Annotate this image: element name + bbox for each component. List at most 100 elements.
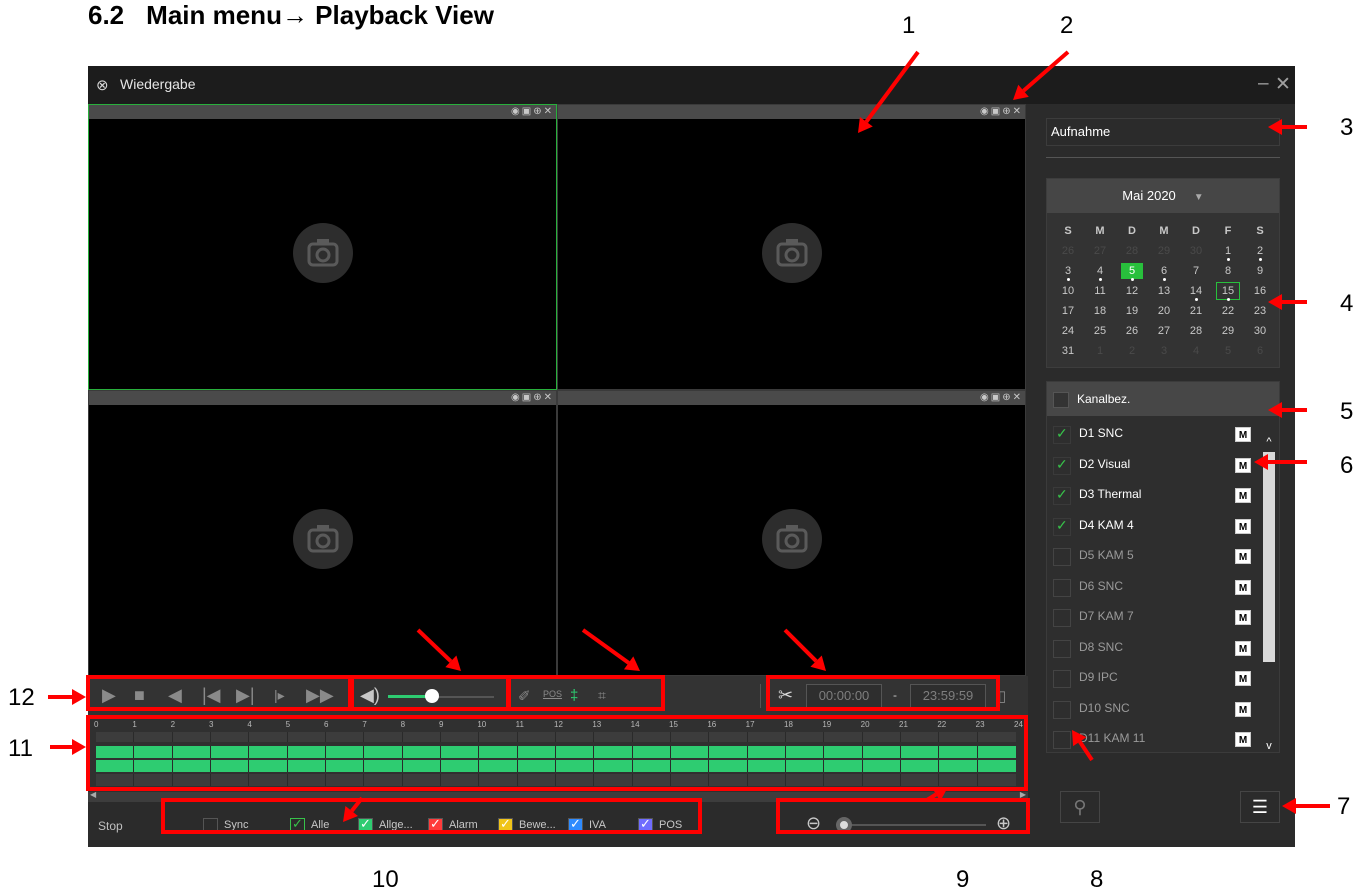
calendar-day[interactable]: 12: [1121, 283, 1143, 299]
zoom-icon[interactable]: ⊕: [1002, 106, 1011, 117]
calendar-day[interactable]: 29: [1217, 323, 1239, 339]
channel-row[interactable]: D6 SNC M: [1047, 572, 1261, 602]
filter-checkbox[interactable]: ✓ Alle: [290, 816, 329, 833]
filter-checkbox[interactable]: ✓ IVA: [568, 816, 606, 833]
calendar-day[interactable]: 27: [1089, 243, 1111, 259]
next-frame-icon[interactable]: ▶|: [236, 685, 255, 706]
calendar-day[interactable]: 31: [1057, 343, 1079, 359]
main-stream-button[interactable]: M: [1235, 427, 1251, 442]
calendar-day[interactable]: 2: [1249, 243, 1271, 259]
fast-forward-icon[interactable]: ▶▶: [306, 685, 334, 706]
calendar-day[interactable]: 23: [1249, 303, 1271, 319]
timeline-track[interactable]: [96, 760, 1016, 772]
zoom-slider-handle[interactable]: [836, 817, 852, 833]
timeline-track[interactable]: [96, 774, 1016, 786]
calendar-day[interactable]: 22: [1217, 303, 1239, 319]
play-icon[interactable]: ▶: [102, 685, 116, 706]
video-pane-4[interactable]: ◉▣⊕✕: [557, 390, 1026, 676]
scroll-right-icon[interactable]: ▶: [1020, 790, 1026, 799]
calendar-day[interactable]: 9: [1249, 263, 1271, 279]
record-type-dropdown[interactable]: Aufnahme: [1046, 118, 1280, 146]
scroll-left-icon[interactable]: ◀: [90, 790, 96, 799]
calendar-day[interactable]: 6: [1249, 343, 1271, 359]
calendar-day[interactable]: 7: [1185, 263, 1207, 279]
main-stream-button[interactable]: M: [1235, 610, 1251, 625]
close-pane-icon[interactable]: ✕: [1013, 106, 1022, 117]
zoom-icon[interactable]: ⊕: [1002, 392, 1011, 403]
channel-row[interactable]: D10 SNC M: [1047, 694, 1261, 724]
calendar-day[interactable]: 20: [1153, 303, 1175, 319]
timeline-track[interactable]: [96, 746, 1016, 758]
fullscreen-icon[interactable]: ⌗: [598, 687, 606, 704]
checkbox-box[interactable]: ✓: [290, 816, 305, 833]
calendar-day[interactable]: 16: [1249, 283, 1271, 299]
calendar-day[interactable]: 4: [1089, 263, 1111, 279]
channel-checkbox[interactable]: [1053, 578, 1071, 597]
eye-icon[interactable]: ◉: [511, 106, 521, 117]
video-pane-2[interactable]: ◉▣⊕✕: [557, 104, 1026, 390]
filter-checkbox[interactable]: Sync: [203, 817, 248, 833]
calendar-day[interactable]: 14: [1185, 283, 1207, 299]
previous-frame-icon[interactable]: |◀: [202, 685, 221, 706]
calendar-day[interactable]: 24: [1057, 323, 1079, 339]
calendar-day[interactable]: 17: [1057, 303, 1079, 319]
filter-checkbox[interactable]: ✓ POS: [638, 816, 682, 833]
calendar-day[interactable]: 28: [1185, 323, 1207, 339]
scroll-up-icon[interactable]: ^: [1263, 436, 1275, 448]
zoom-icon[interactable]: ⊕: [533, 106, 542, 117]
main-stream-button[interactable]: M: [1235, 549, 1251, 564]
channel-checkbox[interactable]: ✓: [1053, 425, 1071, 444]
calendar-day[interactable]: 30: [1185, 243, 1207, 259]
calendar-day[interactable]: 26: [1121, 323, 1143, 339]
calendar-day[interactable]: 19: [1121, 303, 1143, 319]
channel-checkbox[interactable]: [1053, 548, 1071, 566]
calendar-day[interactable]: 2: [1121, 343, 1143, 359]
calendar-day[interactable]: 30: [1249, 323, 1271, 339]
slow-forward-icon[interactable]: |▸: [274, 687, 285, 704]
channel-row[interactable]: ✓ D2 Visual M: [1047, 450, 1261, 480]
calendar-day[interactable]: 11: [1089, 283, 1111, 299]
snapshot-icon[interactable]: ▣: [991, 106, 1001, 117]
calendar-day[interactable]: 5: [1217, 343, 1239, 359]
channel-row[interactable]: D8 SNC M: [1047, 633, 1261, 663]
close-pane-icon[interactable]: ✕: [544, 392, 553, 403]
calendar-day[interactable]: 1: [1089, 343, 1111, 359]
video-pane-3[interactable]: ◉▣⊕✕: [88, 390, 557, 676]
channel-row[interactable]: ✓ D1 SNC M: [1047, 419, 1261, 449]
channel-checkbox[interactable]: [1053, 639, 1071, 658]
channel-row[interactable]: D7 KAM 7 M: [1047, 602, 1261, 632]
calendar-day[interactable]: 1: [1217, 243, 1239, 259]
volume-icon[interactable]: ◀): [360, 685, 380, 706]
checkbox-box[interactable]: [203, 817, 218, 833]
main-stream-button[interactable]: M: [1235, 732, 1251, 747]
channel-checkbox[interactable]: [1053, 670, 1071, 688]
timeline-track[interactable]: [96, 732, 1016, 742]
channel-row[interactable]: D5 KAM 5 M: [1047, 541, 1261, 571]
checkbox-box[interactable]: ✓: [568, 816, 583, 833]
smart-search-button[interactable]: ⚲: [1060, 791, 1100, 823]
calendar-day[interactable]: 8: [1217, 263, 1239, 279]
zoom-icon[interactable]: ⊕: [533, 392, 542, 403]
eye-icon[interactable]: ◉: [511, 392, 521, 403]
calendar-day[interactable]: 4: [1185, 343, 1207, 359]
calendar-day[interactable]: 5: [1121, 263, 1143, 279]
channel-scrollbar[interactable]: ^ v: [1263, 436, 1275, 752]
channel-row[interactable]: D9 IPC M: [1047, 663, 1261, 693]
clip-start-time[interactable]: 00:00:00: [806, 684, 882, 708]
close-button[interactable]: ✕: [1275, 73, 1291, 96]
calendar-day[interactable]: 21: [1185, 303, 1207, 319]
channel-row[interactable]: ✓ D3 Thermal M: [1047, 480, 1261, 510]
calendar-day[interactable]: 3: [1057, 263, 1079, 279]
timeline[interactable]: 0 1 2 3 4 5 6 7 8 9 10 11 12 13 14 15 16 17 18 19 20 21 22 23 24: [88, 718, 1028, 792]
save-clip-icon[interactable]: ▯: [998, 687, 1006, 705]
calendar-header[interactable]: Mai 2020 ▼: [1047, 179, 1279, 213]
checkbox-box[interactable]: ✓: [428, 816, 443, 833]
calendar-day[interactable]: 18: [1089, 303, 1111, 319]
calendar-day[interactable]: 10: [1057, 283, 1079, 299]
snapshot-icon[interactable]: ▣: [522, 392, 532, 403]
channel-checkbox[interactable]: ✓: [1053, 517, 1071, 536]
main-stream-button[interactable]: M: [1235, 518, 1251, 534]
stop-icon[interactable]: ■: [134, 685, 145, 706]
scrollbar-thumb[interactable]: [1263, 452, 1275, 662]
channel-checkbox[interactable]: [1053, 700, 1071, 719]
